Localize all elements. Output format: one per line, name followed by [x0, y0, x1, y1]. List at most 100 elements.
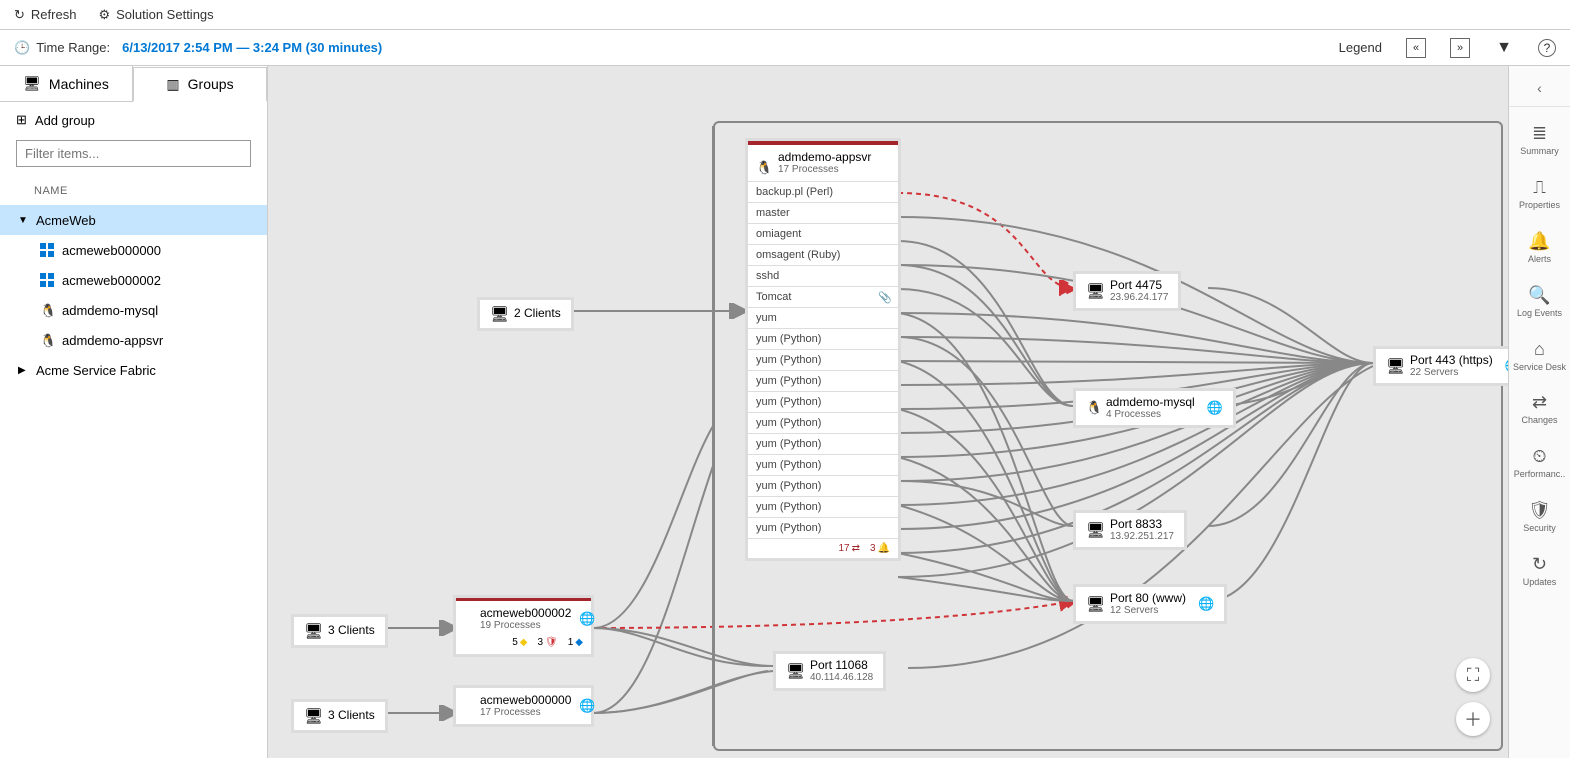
- badge-count: 3: [537, 637, 543, 648]
- machines-icon: 🖥: [23, 75, 41, 92]
- rail-item-alerts[interactable]: 🔔Alerts: [1513, 221, 1566, 275]
- clients-node[interactable]: 🖥 3 Clients: [294, 617, 385, 645]
- process-row[interactable]: yum (Python): [748, 412, 898, 433]
- process-row[interactable]: yum (Python): [748, 475, 898, 496]
- rail-item-summary[interactable]: ≣Summary: [1513, 113, 1566, 167]
- time-range-control[interactable]: 🕒 Time Range: 6/13/2017 2:54 PM — 3:24 P…: [14, 40, 382, 56]
- rail-label: Properties: [1519, 201, 1560, 211]
- machine-name: acmeweb000000: [480, 694, 571, 707]
- tree-machine-admdemo-mysql[interactable]: admdemo-mysql: [0, 295, 267, 325]
- filter-input[interactable]: [16, 140, 251, 167]
- zoom-add-button[interactable]: ＋: [1456, 702, 1490, 736]
- filter-icon[interactable]: ▼: [1494, 38, 1514, 58]
- sidebar-tabs: 🖥 Machines ▥ Groups: [0, 66, 267, 102]
- caret-right-icon: ▶: [18, 365, 28, 376]
- globe-icon: 🌐: [1207, 400, 1223, 416]
- tree-machine-admdemo-appsvr[interactable]: admdemo-appsvr: [0, 325, 267, 355]
- expand-up-icon[interactable]: «: [1406, 38, 1426, 58]
- gear-icon: ⚙: [98, 7, 110, 23]
- expand-down-icon[interactable]: »: [1450, 38, 1470, 58]
- clients-label: 3 Clients: [328, 709, 375, 722]
- rail-item-service-desk[interactable]: ⌂Service Desk: [1513, 329, 1566, 383]
- process-row[interactable]: yum (Python): [748, 370, 898, 391]
- machine-name: acmeweb000002: [480, 607, 571, 620]
- machine-name: admdemo-appsvr: [778, 151, 871, 164]
- node-port-11068[interactable]: 🖥 Port 1106840.114.46.128: [776, 654, 883, 688]
- tree-group-acme-service-fabric[interactable]: ▶ Acme Service Fabric: [0, 355, 267, 385]
- servers-icon: 🖥: [304, 707, 322, 725]
- badge-count: 1: [568, 637, 574, 648]
- add-group-label: Add group: [35, 113, 95, 128]
- tab-machines[interactable]: 🖥 Machines: [0, 66, 133, 101]
- tree-machine-acmeweb000000[interactable]: acmeweb000000: [0, 235, 267, 265]
- fit-to-screen-button[interactable]: ⛶: [1456, 658, 1490, 692]
- info-icon: ◆: [575, 637, 583, 648]
- solution-settings-button[interactable]: ⚙ Solution Settings: [98, 7, 213, 23]
- process-row[interactable]: Tomcat📎: [748, 286, 898, 307]
- rail-icon: ⏲: [1532, 446, 1546, 467]
- tree-machine-label: acmeweb000000: [62, 243, 161, 258]
- refresh-label: Refresh: [31, 7, 77, 22]
- node-admdemo-mysql[interactable]: admdemo-mysql4 Processes 🌐: [1076, 391, 1233, 425]
- process-row[interactable]: yum (Python): [748, 328, 898, 349]
- rail-item-log-events[interactable]: 🔍Log Events: [1513, 275, 1566, 329]
- process-row[interactable]: yum (Python): [748, 517, 898, 538]
- map-canvas[interactable]: 🖥 2 Clients 🖥 3 Clients 🖥 3 Clients acme…: [268, 66, 1508, 758]
- machine-acmeweb000000[interactable]: acmeweb000000 17 Processes 🌐: [456, 688, 591, 724]
- process-row[interactable]: yum (Python): [748, 391, 898, 412]
- globe-icon: 🌐: [1198, 596, 1214, 612]
- rail-item-changes[interactable]: ⇄Changes: [1513, 382, 1566, 436]
- node-title: Port 8833: [1110, 517, 1162, 531]
- process-row[interactable]: sshd: [748, 265, 898, 286]
- right-rail: ‹ ≣Summary ⎍ Properties 🔔Alerts🔍Log Events⌂…: [1508, 66, 1570, 758]
- top-toolbar: ↻ Refresh ⚙ Solution Settings: [0, 0, 1570, 30]
- globe-icon: 🌐: [579, 611, 595, 627]
- node-sub: 40.114.46.128: [810, 672, 873, 683]
- globe-icon: 🌐: [1505, 358, 1508, 374]
- machine-admdemo-appsvr[interactable]: admdemo-appsvr 17 Processes backup.pl (P…: [748, 141, 898, 558]
- rail-item-properties[interactable]: ⎍ Properties: [1513, 167, 1566, 221]
- refresh-icon: ↻: [14, 7, 25, 23]
- servers-icon: 🖥: [1386, 357, 1404, 375]
- node-port-80[interactable]: 🖥 Port 80 (www)12 Servers 🌐: [1076, 587, 1224, 621]
- rail-collapse-button[interactable]: ‹: [1509, 76, 1570, 107]
- rail-icon: ⎍: [1533, 177, 1546, 198]
- clients-node[interactable]: 🖥 3 Clients: [294, 702, 385, 730]
- refresh-button[interactable]: ↻ Refresh: [14, 7, 76, 23]
- rail-item-security[interactable]: 🛡Security: [1513, 490, 1566, 544]
- process-row[interactable]: yum (Python): [748, 349, 898, 370]
- machine-acmeweb000002[interactable]: acmeweb000002 19 Processes 🌐 5◆ 3🛡 1◆: [456, 598, 591, 654]
- node-port-8833[interactable]: 🖥 Port 883313.92.251.217: [1076, 513, 1184, 547]
- name-column-header: NAME: [0, 177, 267, 205]
- clients-node[interactable]: 🖥 2 Clients: [480, 300, 571, 328]
- process-row[interactable]: omsagent (Ruby): [748, 244, 898, 265]
- process-row[interactable]: omiagent: [748, 223, 898, 244]
- tab-groups[interactable]: ▥ Groups: [133, 67, 267, 102]
- rail-item-performanc-[interactable]: ⏲Performanc..: [1513, 436, 1566, 490]
- rail-item-updates[interactable]: ↻Updates: [1513, 544, 1566, 598]
- add-group-button[interactable]: ⊞ Add group: [0, 102, 267, 138]
- node-port-443[interactable]: 🖥 Port 443 (https)22 Servers 🌐: [1376, 349, 1508, 383]
- tree-machine-acmeweb000002[interactable]: acmeweb000002: [0, 265, 267, 295]
- process-row[interactable]: backup.pl (Perl): [748, 181, 898, 202]
- tree-group-label: AcmeWeb: [36, 213, 96, 228]
- node-sub: 4 Processes: [1106, 409, 1195, 420]
- process-row[interactable]: yum (Python): [748, 433, 898, 454]
- process-row[interactable]: master: [748, 202, 898, 223]
- process-row[interactable]: yum (Python): [748, 496, 898, 517]
- tree-machine-label: acmeweb000002: [62, 273, 161, 288]
- node-title: Port 4475: [1110, 278, 1162, 292]
- legend-button[interactable]: Legend: [1339, 40, 1382, 55]
- badge-count: 5: [512, 637, 518, 648]
- process-row[interactable]: yum (Python): [748, 454, 898, 475]
- process-row[interactable]: yum: [748, 307, 898, 328]
- rail-icon: ↻: [1532, 554, 1547, 575]
- tree-group-label: Acme Service Fabric: [36, 363, 156, 378]
- clients-label: 2 Clients: [514, 307, 561, 320]
- node-sub: 22 Servers: [1410, 367, 1493, 378]
- tree-group-acmeweb[interactable]: ▼ AcmeWeb: [0, 205, 267, 235]
- help-icon[interactable]: ?: [1538, 39, 1556, 57]
- rail-label: Log Events: [1517, 309, 1562, 319]
- bell-icon: 🔔: [878, 543, 890, 554]
- node-port-4475[interactable]: 🖥 Port 447523.96.24.177: [1076, 274, 1178, 308]
